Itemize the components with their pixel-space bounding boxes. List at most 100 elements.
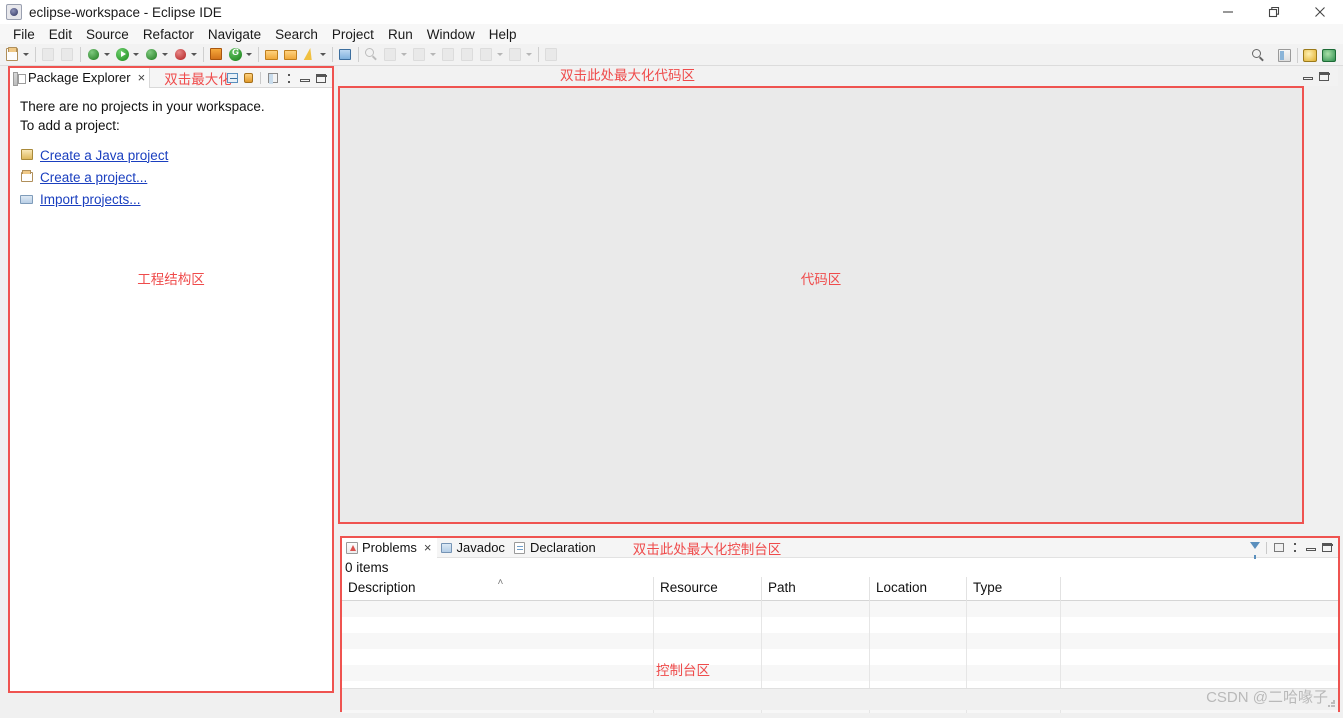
- collapse-all-icon[interactable]: [225, 71, 240, 86]
- open-task-icon[interactable]: [282, 46, 299, 63]
- open-type-icon[interactable]: [263, 46, 280, 63]
- menu-project[interactable]: Project: [325, 25, 381, 44]
- declaration-icon: [513, 541, 526, 554]
- filter-icon[interactable]: [1247, 540, 1262, 559]
- annotation-icon[interactable]: [382, 46, 399, 63]
- maximize-icon[interactable]: [314, 71, 329, 86]
- java-browsing-perspective-icon[interactable]: [1302, 47, 1319, 64]
- tab-problems[interactable]: Problems ×: [342, 537, 437, 558]
- minimize-icon[interactable]: [1304, 540, 1319, 555]
- next-annotation-icon[interactable]: [411, 46, 428, 63]
- maximize-icon[interactable]: [1317, 69, 1332, 84]
- back-icon[interactable]: [440, 46, 457, 63]
- editor-toolbar: [1300, 69, 1332, 84]
- next-edit-icon[interactable]: [507, 46, 524, 63]
- annotation-project-structure-region: 工程结构区: [137, 272, 205, 287]
- run-dropdown-icon[interactable]: [132, 46, 141, 63]
- sort-caret-icon: ˄: [497, 577, 504, 588]
- open-perspective-icon[interactable]: [1276, 47, 1293, 64]
- editor-tab-row[interactable]: [338, 66, 1338, 86]
- resize-grip[interactable]: [1326, 698, 1336, 708]
- next-edit-dropdown-icon[interactable]: [525, 46, 534, 63]
- run-icon[interactable]: [114, 46, 131, 63]
- action-label[interactable]: Import projects...: [40, 192, 141, 207]
- close-icon[interactable]: [1297, 0, 1343, 24]
- menu-refactor[interactable]: Refactor: [136, 25, 201, 44]
- annotation-console-region: 控制台区: [656, 663, 710, 678]
- action-label[interactable]: Create a project...: [40, 170, 147, 185]
- new-wizard-dropdown-icon[interactable]: [22, 46, 31, 63]
- menu-run[interactable]: Run: [381, 25, 420, 44]
- minimize-icon[interactable]: [298, 71, 313, 86]
- maximize-icon[interactable]: [1320, 540, 1335, 555]
- action-import-projects[interactable]: Import projects...: [20, 188, 322, 210]
- coverage-icon[interactable]: [172, 46, 189, 63]
- new-wizard-icon[interactable]: [4, 46, 21, 63]
- code-editor-area[interactable]: 代码区: [338, 86, 1304, 524]
- action-label[interactable]: Create a Java project: [40, 148, 168, 163]
- table-row[interactable]: [342, 601, 1338, 617]
- column-header-path[interactable]: Path: [762, 577, 870, 601]
- tab-close-icon[interactable]: ×: [138, 71, 146, 84]
- action-create-java-project[interactable]: Create a Java project: [20, 144, 322, 166]
- restore-icon[interactable]: [1251, 0, 1297, 24]
- table-row[interactable]: [342, 649, 1338, 665]
- save-icon[interactable]: [40, 46, 57, 63]
- view-options-icon[interactable]: [1288, 540, 1303, 555]
- eclipse-icon: [6, 4, 22, 20]
- coverage-dropdown-icon[interactable]: [190, 46, 199, 63]
- toolbar-divider: [1297, 47, 1298, 63]
- annotation-double-click-maximize-console: 双击此处最大化控制台区: [632, 541, 782, 557]
- search-icon[interactable]: [363, 46, 380, 63]
- external-tools-icon[interactable]: [301, 46, 318, 63]
- java-project-icon: [20, 148, 34, 162]
- menu-help[interactable]: Help: [482, 25, 524, 44]
- column-header-location[interactable]: Location: [870, 577, 967, 601]
- menu-edit[interactable]: Edit: [42, 25, 79, 44]
- view-menu-icon[interactable]: [266, 71, 281, 86]
- tab-declaration[interactable]: Declaration: [510, 538, 601, 558]
- skip-breakpoints-dropdown-icon[interactable]: [103, 46, 112, 63]
- menu-source[interactable]: Source: [79, 25, 136, 44]
- java-perspective-icon[interactable]: [1321, 47, 1338, 64]
- quick-access-search-icon[interactable]: [1250, 47, 1267, 64]
- annotation-dropdown-icon[interactable]: [400, 46, 409, 63]
- debug-icon[interactable]: [143, 46, 160, 63]
- forward-icon[interactable]: [459, 46, 476, 63]
- skip-breakpoints-icon[interactable]: [85, 46, 102, 63]
- column-header-description[interactable]: Description ˄: [342, 577, 654, 601]
- toolbar-divider: [332, 47, 333, 62]
- table-row[interactable]: [342, 617, 1338, 633]
- view-menu-icon[interactable]: [1272, 540, 1287, 555]
- next-annotation-dropdown-icon[interactable]: [429, 46, 438, 63]
- debug-dropdown-icon[interactable]: [161, 46, 170, 63]
- empty-workspace-message-line2: To add a project:: [20, 118, 120, 133]
- view-options-icon[interactable]: [282, 71, 297, 86]
- menu-file[interactable]: File: [6, 25, 42, 44]
- pin-editor-icon[interactable]: [543, 46, 560, 63]
- new-java-package-icon[interactable]: [208, 46, 225, 63]
- table-row[interactable]: [342, 633, 1338, 649]
- column-header-type[interactable]: Type: [967, 577, 1061, 601]
- menu-window[interactable]: Window: [420, 25, 482, 44]
- tab-javadoc[interactable]: Javadoc: [437, 538, 510, 558]
- eclipse-ide-window: eclipse-workspace - Eclipse IDE File Edi…: [0, 0, 1343, 718]
- table-row[interactable]: [342, 665, 1338, 681]
- minimize-icon[interactable]: [1301, 69, 1316, 84]
- git-repository-icon[interactable]: [227, 46, 244, 63]
- menu-navigate[interactable]: Navigate: [201, 25, 268, 44]
- previous-edit-dropdown-icon[interactable]: [496, 46, 505, 63]
- git-dropdown-icon[interactable]: [245, 46, 254, 63]
- link-with-editor-icon[interactable]: [241, 71, 256, 86]
- previous-edit-icon[interactable]: [478, 46, 495, 63]
- minimize-icon[interactable]: [1205, 0, 1251, 24]
- tab-package-explorer[interactable]: Package Explorer ×: [10, 67, 151, 88]
- save-all-icon[interactable]: [59, 46, 76, 63]
- column-header-resource[interactable]: Resource: [654, 577, 762, 601]
- java-editor-icon[interactable]: [337, 46, 354, 63]
- javadoc-icon: [440, 542, 453, 554]
- tab-close-icon[interactable]: ×: [424, 540, 432, 555]
- action-create-project[interactable]: Create a project...: [20, 166, 322, 188]
- external-tools-dropdown-icon[interactable]: [319, 46, 328, 63]
- menu-search[interactable]: Search: [268, 25, 325, 44]
